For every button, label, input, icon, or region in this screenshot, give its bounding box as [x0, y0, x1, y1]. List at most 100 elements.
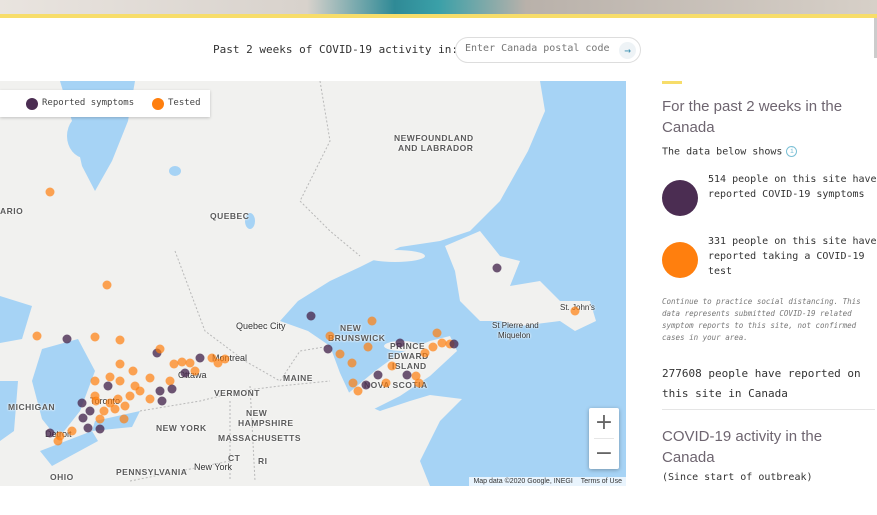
tested-marker[interactable]	[437, 338, 447, 348]
tested-marker[interactable]	[115, 335, 125, 345]
since-outbreak: (Since start of outbreak)	[662, 471, 813, 483]
tested-marker[interactable]	[90, 332, 100, 342]
symptoms-marker[interactable]	[180, 368, 190, 378]
tested-marker[interactable]	[348, 378, 358, 388]
symptoms-marker[interactable]	[492, 263, 502, 273]
symptoms-marker[interactable]	[167, 384, 177, 394]
tested-legend-dot	[152, 98, 164, 110]
tested-marker[interactable]	[105, 372, 115, 382]
tested-marker[interactable]	[91, 396, 101, 406]
activity-title: COVID-19 activity in the Canada	[662, 427, 823, 466]
symptoms-marker[interactable]	[195, 353, 205, 363]
symptoms-legend-dot	[26, 98, 38, 110]
search-label: Past 2 weeks of COVID-19 activity in:	[213, 43, 459, 56]
tested-marker[interactable]	[119, 414, 129, 424]
report-markers	[32, 187, 580, 446]
symptoms-marker[interactable]	[402, 370, 412, 380]
symptoms-marker[interactable]	[323, 344, 333, 354]
tested-marker[interactable]	[353, 386, 363, 396]
map-attribution: Map data ©2020 Google, INEGI Terms of Use	[469, 477, 626, 486]
tested-marker[interactable]	[115, 359, 125, 369]
tested-marker[interactable]	[135, 386, 145, 396]
symptoms-legend-label: Reported symptoms	[42, 98, 135, 108]
symptoms-marker[interactable]	[78, 413, 88, 423]
symptoms-marker[interactable]	[306, 311, 316, 321]
tested-marker[interactable]	[115, 376, 125, 386]
tested-marker[interactable]	[110, 404, 120, 414]
symptoms-marker[interactable]	[83, 423, 93, 433]
tested-marker[interactable]	[177, 357, 187, 367]
tested-marker[interactable]	[145, 373, 155, 383]
symptoms-marker[interactable]	[157, 396, 167, 406]
tested-marker[interactable]	[125, 391, 135, 401]
tested-marker[interactable]	[67, 426, 77, 436]
tested-marker[interactable]	[53, 436, 63, 446]
tested-marker[interactable]	[347, 358, 357, 368]
zoom-controls: + −	[589, 408, 619, 469]
symptoms-marker[interactable]	[103, 381, 113, 391]
tested-marker[interactable]	[335, 349, 345, 359]
tested-marker[interactable]	[32, 331, 42, 341]
tested-marker[interactable]	[90, 376, 100, 386]
symptoms-marker[interactable]	[373, 370, 383, 380]
tested-marker[interactable]	[120, 401, 130, 411]
subtitle-text: The data below shows	[662, 146, 783, 158]
tested-marker[interactable]	[570, 306, 580, 316]
tested-marker[interactable]	[432, 328, 442, 338]
summary-subtitle: The data below shows i	[662, 146, 877, 158]
tested-marker[interactable]	[102, 280, 112, 290]
symptoms-marker[interactable]	[155, 386, 165, 396]
tested-marker[interactable]	[185, 358, 195, 368]
postal-code-input[interactable]	[465, 43, 615, 54]
zoom-out-button[interactable]: −	[589, 439, 619, 469]
tested-marker[interactable]	[381, 378, 391, 388]
symptoms-marker[interactable]	[395, 338, 405, 348]
tested-marker[interactable]	[387, 361, 397, 371]
terms-link[interactable]: Terms of Use	[581, 478, 622, 485]
tested-marker[interactable]	[99, 406, 109, 416]
map-data-credit: Map data ©2020 Google, INEGI	[473, 478, 573, 485]
map-legend: Reported symptoms Tested	[0, 90, 210, 117]
tested-marker[interactable]	[113, 394, 123, 404]
tested-marker[interactable]	[325, 331, 335, 341]
symptoms-text: 514 people on this site have reported CO…	[708, 173, 877, 200]
tested-marker[interactable]	[420, 348, 430, 358]
tested-marker[interactable]	[45, 187, 55, 197]
tested-marker[interactable]	[155, 344, 165, 354]
symptoms-marker[interactable]	[45, 428, 55, 438]
tested-marker[interactable]	[169, 359, 179, 369]
symptoms-marker[interactable]	[95, 424, 105, 434]
postal-code-search[interactable]: →	[455, 37, 641, 63]
total-reports: 277608 people have reported on this site…	[662, 366, 861, 400]
tested-text: 331 people on this site have reported ta…	[708, 235, 877, 277]
zoom-in-button[interactable]: +	[589, 408, 619, 438]
symptoms-marker[interactable]	[361, 380, 371, 390]
info-icon[interactable]: i	[786, 146, 798, 157]
tested-marker[interactable]	[428, 342, 438, 352]
tested-marker[interactable]	[95, 414, 105, 424]
tested-marker[interactable]	[190, 366, 200, 376]
tested-marker[interactable]	[414, 378, 424, 388]
tested-marker[interactable]	[165, 376, 175, 386]
tested-marker[interactable]	[128, 366, 138, 376]
summary-title: For the past 2 weeks in the Canada	[662, 98, 843, 136]
accent-bar	[0, 14, 877, 18]
symptoms-stat: 514 people on this site have reported CO…	[662, 172, 877, 232]
tested-circle	[662, 241, 698, 278]
hero-image	[0, 0, 877, 14]
tested-legend-label: Tested	[168, 98, 201, 108]
tested-marker[interactable]	[145, 394, 155, 404]
tested-marker[interactable]	[363, 342, 373, 352]
tested-marker[interactable]	[220, 354, 230, 364]
symptoms-marker[interactable]	[449, 339, 459, 349]
location-search: Past 2 weeks of COVID-19 activity in: →	[0, 37, 877, 63]
arrow-right-icon[interactable]: →	[619, 42, 636, 59]
tested-marker[interactable]	[367, 316, 377, 326]
symptoms-marker[interactable]	[62, 334, 72, 344]
symptoms-marker[interactable]	[77, 398, 87, 408]
disclaimer-note: Continue to practice social distancing. …	[662, 296, 861, 342]
divider	[662, 408, 875, 410]
activity-map[interactable]: ARIO QUEBEC NEWFOUNDLAND AND LABRADOR Qu…	[0, 81, 626, 486]
symptoms-marker[interactable]	[85, 406, 95, 416]
symptoms-circle	[662, 179, 698, 216]
